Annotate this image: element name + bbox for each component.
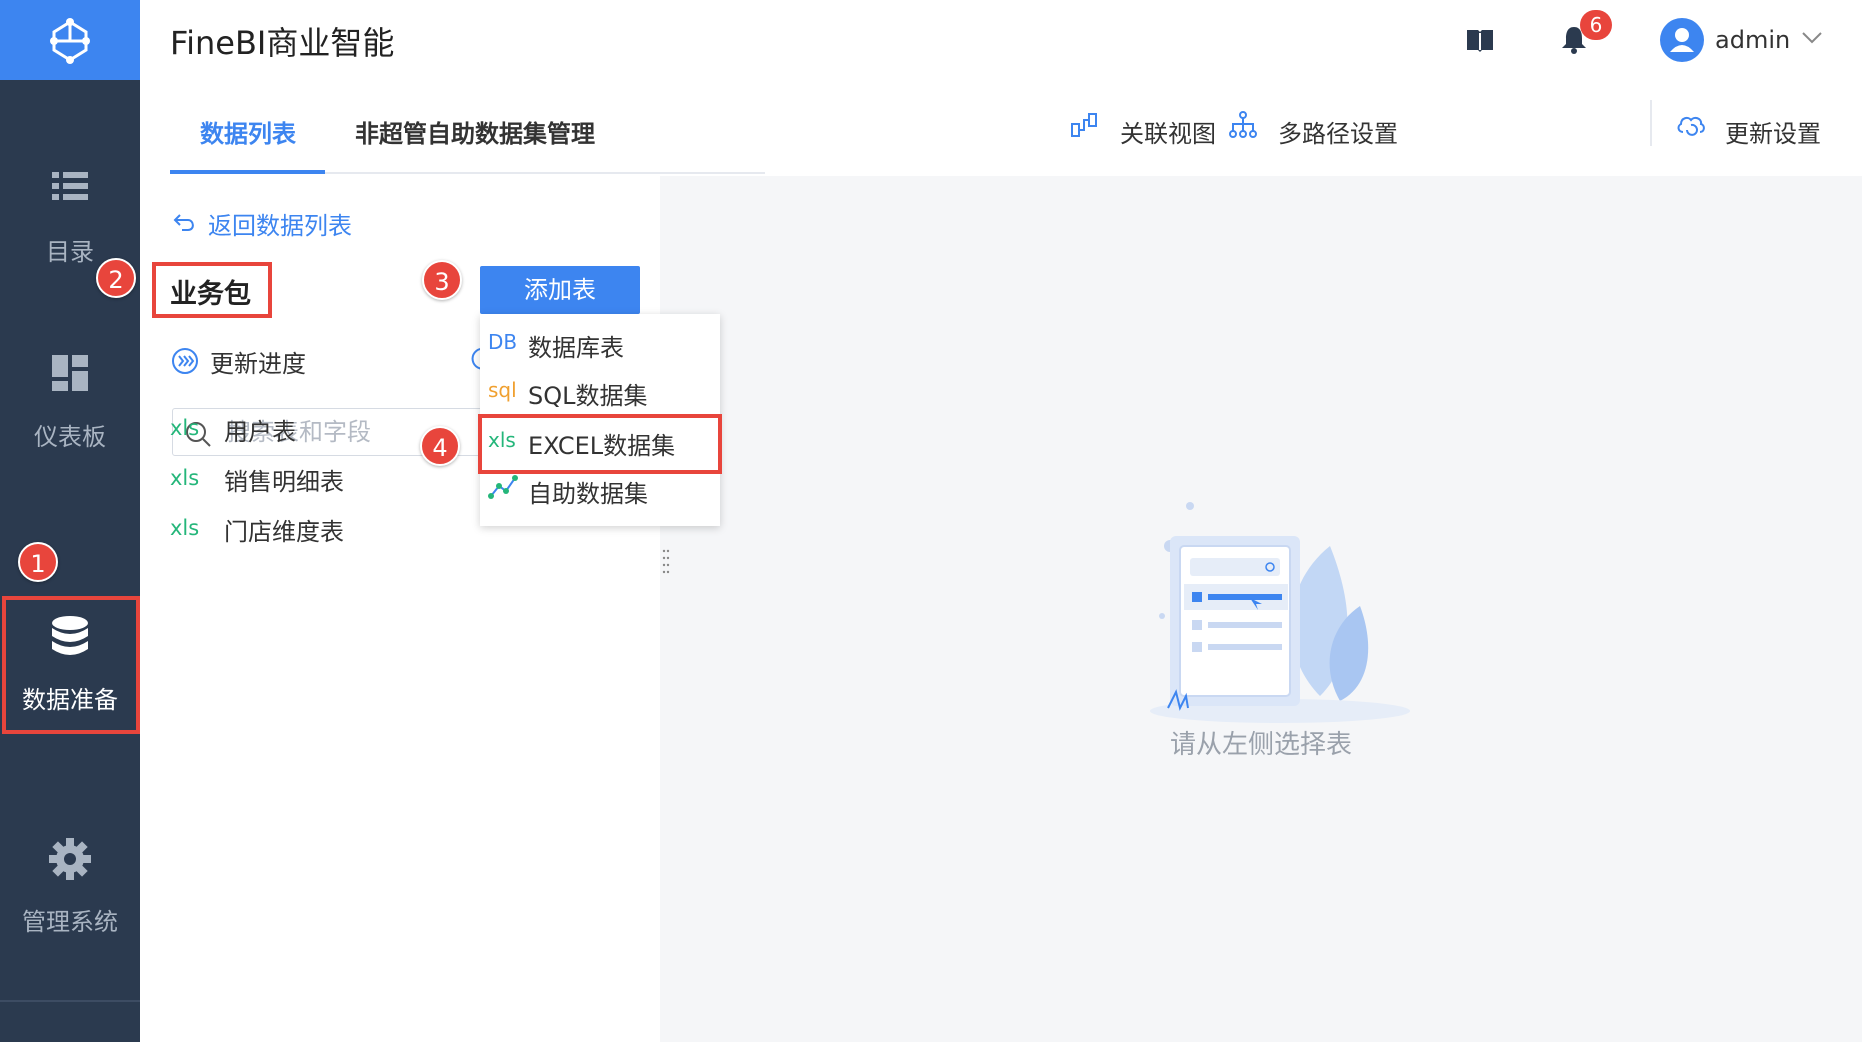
nav-label-dashboard: 仪表板	[34, 423, 106, 451]
dropdown-item-label: 自助数据集	[528, 480, 648, 508]
update-settings-button[interactable]: 更新设置	[1675, 110, 1821, 148]
excel-icon: xls	[170, 416, 200, 440]
table-item-sales-detail[interactable]: xls 销售明细表	[170, 462, 500, 502]
excel-option-highlight	[478, 414, 722, 474]
excel-icon: xls	[170, 516, 200, 540]
chevron-down-icon[interactable]	[1800, 30, 1824, 46]
progress-icon	[172, 348, 198, 374]
back-link-label: 返回数据列表	[208, 212, 352, 240]
table-item-store-dimension[interactable]: xls 门店维度表	[170, 512, 500, 552]
multipath-icon	[1229, 111, 1257, 138]
table-item-label: 销售明细表	[224, 468, 344, 496]
back-arrow-icon	[173, 214, 194, 231]
dropdown-item-sql-dataset[interactable]: sql SQL数据集	[480, 366, 720, 414]
update-progress-label: 更新进度	[210, 350, 306, 378]
nav-label-admin: 管理系统	[22, 908, 118, 936]
left-nav: 目录 仪表板 数据准备 管理系统	[0, 0, 140, 1042]
book-icon[interactable]	[1465, 26, 1495, 54]
step-marker-3: 3	[422, 260, 462, 300]
notification-badge: 6	[1580, 10, 1612, 40]
database-table-icon: DB	[488, 330, 518, 354]
nav-item-admin[interactable]: 管理系统	[0, 820, 140, 970]
dropdown-item-label: SQL数据集	[528, 382, 648, 410]
relation-view-icon	[1071, 113, 1097, 137]
multipath-settings-button[interactable]: 多路径设置	[1228, 110, 1398, 148]
user-name[interactable]: admin	[1715, 26, 1790, 54]
excel-icon: xls	[170, 466, 200, 490]
update-settings-label: 更新设置	[1725, 120, 1821, 148]
top-header: FineBI商业智能 6 admin	[140, 0, 1862, 80]
logo-icon	[50, 18, 90, 64]
sql-icon: sql	[488, 378, 517, 402]
step-marker-2: 2	[96, 258, 136, 298]
selfhelp-dataset-icon	[488, 475, 518, 499]
list-icon	[52, 172, 88, 200]
toolbar-divider	[1650, 100, 1652, 146]
relation-view-label: 关联视图	[1120, 120, 1216, 148]
dashboard-icon	[52, 355, 88, 391]
step-marker-1: 1	[18, 542, 58, 582]
add-table-button[interactable]: 添加表	[480, 266, 640, 314]
relation-view-button[interactable]: 关联视图	[1070, 110, 1216, 148]
app-logo[interactable]	[0, 0, 140, 80]
gear-icon	[49, 838, 91, 880]
nav-item-dashboard[interactable]: 仪表板	[0, 335, 140, 485]
data-prep-highlight	[2, 596, 140, 734]
dropdown-item-database-table[interactable]: DB 数据库表	[480, 318, 720, 366]
tab-row: 数据列表 非超管自助数据集管理 关联视图 多路径设置 更新设置	[140, 80, 1862, 176]
step-marker-4: 4	[420, 426, 460, 466]
tab-data-list[interactable]: 数据列表	[200, 114, 296, 149]
dropdown-item-label: 数据库表	[528, 334, 624, 362]
table-item-label: 用户表	[224, 418, 296, 446]
multipath-label: 多路径设置	[1278, 120, 1398, 148]
panel-resize-handle[interactable]	[662, 548, 670, 576]
user-icon	[1670, 28, 1694, 52]
table-item-label: 门店维度表	[224, 518, 344, 546]
app-title: FineBI商业智能	[170, 24, 395, 62]
tab-selfhelp-dataset-mgmt[interactable]: 非超管自助数据集管理	[355, 114, 595, 149]
package-title: 业务包	[170, 279, 251, 310]
active-tab-indicator	[170, 170, 325, 174]
table-detail-area: 请从左侧选择表	[660, 176, 1862, 1042]
avatar[interactable]	[1660, 18, 1704, 62]
nav-divider	[0, 1000, 140, 1002]
cloud-refresh-icon	[1677, 116, 1705, 136]
empty-state-text: 请从左侧选择表	[1169, 730, 1352, 760]
